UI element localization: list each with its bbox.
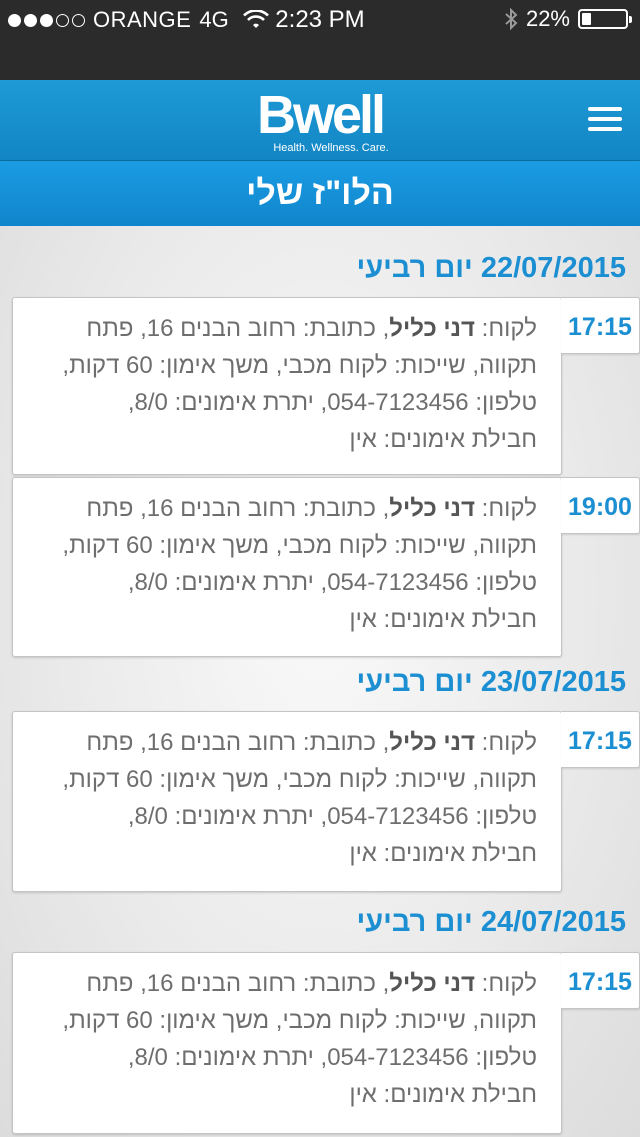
brand-logo: Bwell Health. Wellness. Care. (0, 88, 640, 154)
day-name: יום רביעי (356, 252, 473, 284)
appointment-card[interactable]: 17:15 לקוח: דני כליל, כתובת: רחוב הבנים … (12, 952, 640, 1134)
day-date: 22/07/2015 (480, 252, 626, 284)
client-name: דני כליל (389, 495, 475, 522)
day-heading: 24/07/2015 יום רביעי (356, 906, 626, 939)
client-name: דני כליל (389, 729, 475, 756)
client-label: לקוח: (481, 495, 537, 522)
hamburger-menu-icon[interactable] (588, 107, 622, 133)
appointment-time: 17:15 (561, 297, 640, 354)
client-label: לקוח: (481, 315, 537, 342)
appointment-details: לקוח: דני כליל, כתובת: רחוב הבנים 16, פת… (37, 965, 537, 1113)
package-text: חבילת אימונים: אין (349, 1081, 537, 1108)
day-date: 24/07/2015 (480, 906, 626, 938)
bluetooth-icon (505, 7, 518, 31)
appointment-details: לקוח: דני כליל, כתובת: רחוב הבנים 16, פת… (37, 310, 537, 458)
address-text: , כתובת: רחוב הבנים 16, פתח (86, 970, 390, 997)
package-text: חבילת אימונים: אין (349, 606, 537, 633)
phone-text: טלפון: 054-7123456, יתרת אימונים: 8/0, (127, 389, 537, 416)
status-bar: ORANGE 4G 2:23 PM 22% (0, 0, 640, 40)
client-label: לקוח: (481, 729, 537, 756)
phone-text: טלפון: 054-7123456, יתרת אימונים: 8/0, (127, 803, 537, 830)
day-heading: 23/07/2015 יום רביעי (356, 666, 626, 699)
membership-text: תקווה, שייכות: לקוח מכבי, משך אימון: 60 … (62, 766, 537, 793)
appointment-card[interactable]: 17:15 לקוח: דני כליל, כתובת: רחוב הבנים … (12, 711, 640, 892)
day-heading: 22/07/2015 יום רביעי (356, 252, 626, 285)
app-header: Bwell Health. Wellness. Care. (0, 80, 640, 161)
appointment-card[interactable]: 19:00 לקוח: דני כליל, כתובת: רחוב הבנים … (12, 477, 640, 657)
phone-text: טלפון: 054-7123456, יתרת אימונים: 8/0, (127, 569, 537, 596)
appointment-time: 17:15 (561, 952, 640, 1009)
appointment-card[interactable]: 17:15 לקוח: דני כליל, כתובת: רחוב הבנים … (12, 297, 640, 475)
client-label: לקוח: (481, 970, 537, 997)
appointment-time: 19:00 (561, 477, 640, 534)
day-date: 23/07/2015 (480, 666, 626, 698)
battery-icon (578, 9, 632, 29)
address-text: , כתובת: רחוב הבנים 16, פתח (86, 495, 390, 522)
page-title: הלו"ז שלי (0, 161, 640, 226)
status-right: 22% (504, 6, 632, 32)
package-text: חבילת אימונים: אין (349, 840, 537, 867)
appointment-details: לקוח: דני כליל, כתובת: רחוב הבנים 16, פת… (37, 490, 537, 638)
schedule-list[interactable]: 22/07/2015 יום רביעי 17:15 לקוח: דני כלי… (0, 226, 640, 1137)
appointment-details: לקוח: דני כליל, כתובת: רחוב הבנים 16, פת… (37, 724, 537, 872)
address-text: , כתובת: רחוב הבנים 16, פתח (86, 729, 390, 756)
battery-percent: 22% (525, 6, 570, 31)
status-spacer (0, 40, 640, 80)
logo-wordmark: Bwell (256, 85, 386, 145)
membership-text: תקווה, שייכות: לקוח מכבי, משך אימון: 60 … (62, 352, 537, 379)
logo-tagline: Health. Wellness. Care. (273, 142, 389, 154)
membership-text: תקווה, שייכות: לקוח מכבי, משך אימון: 60 … (62, 1007, 537, 1034)
client-name: דני כליל (389, 315, 475, 342)
day-name: יום רביעי (356, 666, 473, 698)
membership-text: תקווה, שייכות: לקוח מכבי, משך אימון: 60 … (62, 532, 537, 559)
address-text: , כתובת: רחוב הבנים 16, פתח (86, 315, 390, 342)
appointment-time: 17:15 (561, 711, 640, 768)
day-name: יום רביעי (356, 906, 473, 938)
phone-text: טלפון: 054-7123456, יתרת אימונים: 8/0, (127, 1044, 537, 1071)
package-text: חבילת אימונים: אין (349, 426, 537, 453)
client-name: דני כליל (389, 970, 475, 997)
